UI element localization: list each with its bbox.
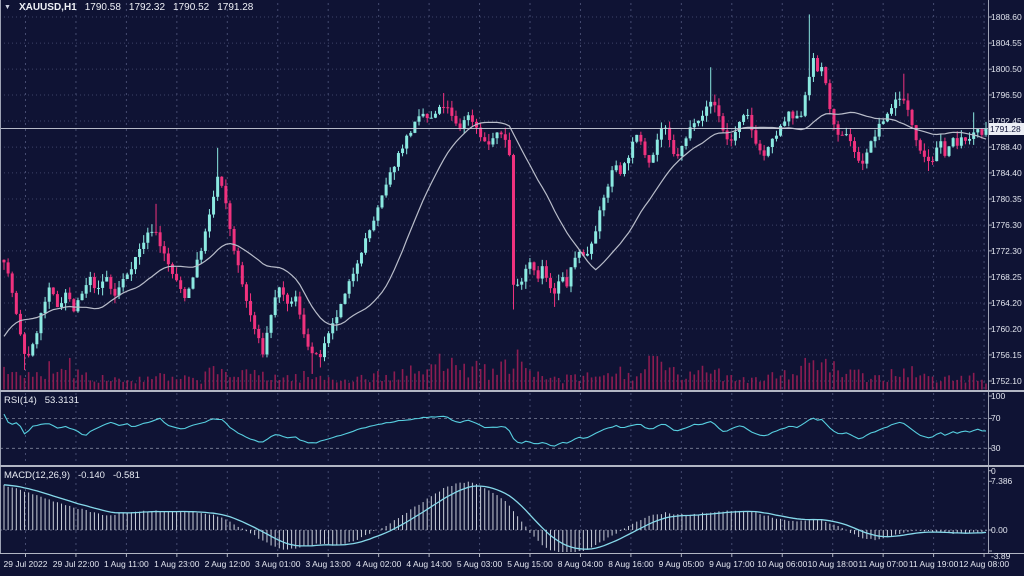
- price-axis-label: 1788.40: [991, 142, 1022, 152]
- price-axis-label: 1800.50: [991, 64, 1022, 74]
- price-axis-label: 1768.25: [991, 272, 1022, 282]
- current-price-tag: 1791.28: [989, 123, 1024, 135]
- chart-left-frame: [0, 0, 1, 553]
- ohlc-open-value: 1790.58: [85, 2, 121, 13]
- price-axis-label: 1760.20: [991, 324, 1022, 334]
- price-axis-frame: [988, 0, 989, 553]
- rsi-axis-label: 100: [991, 391, 1005, 401]
- price-axis-label: 1772.30: [991, 246, 1022, 256]
- ohlc-close-value: 1791.28: [217, 2, 253, 13]
- price-axis-label: 1752.10: [991, 376, 1022, 386]
- price-axis-label: 1784.40: [991, 168, 1022, 178]
- price-axis-label: 1756.15: [991, 350, 1022, 360]
- rsi-indicator-name: RSI(14): [4, 395, 37, 406]
- macd-signal-value: -0.581: [113, 470, 140, 481]
- macd-indicator-name: MACD(12,26,9): [4, 470, 70, 481]
- chart-header: ▼ XAUUSD,H1 1790.58 1792.32 1790.52 1791…: [4, 2, 253, 13]
- macd-axis-label: 7.386: [991, 476, 1012, 486]
- price-axis-label: 1808.60: [991, 12, 1022, 22]
- price-axis-label: 1796.50: [991, 90, 1022, 100]
- chart-bottom-frame: [0, 553, 1024, 554]
- panel-splitter[interactable]: [0, 390, 1024, 392]
- rsi-axis-label: 30: [991, 443, 1000, 453]
- ohlc-high-value: 1792.32: [129, 2, 165, 13]
- macd-main-value: -0.140: [78, 470, 105, 481]
- ohlc-low-value: 1790.52: [173, 2, 209, 13]
- price-axis-label: 1764.20: [991, 298, 1022, 308]
- rsi-panel-label: RSI(14) 53.3131: [4, 395, 79, 406]
- macd-axis-label: 0.00: [991, 525, 1008, 535]
- macd-panel-label: MACD(12,26,9) -0.140 -0.581: [4, 470, 140, 481]
- mt4-chart-window: ▼ XAUUSD,H1 1790.58 1792.32 1790.52 1791…: [0, 0, 1024, 576]
- rsi-current-value: 53.3131: [45, 395, 79, 406]
- price-axis-label: 1776.30: [991, 220, 1022, 230]
- chart-canvas[interactable]: [0, 0, 1024, 576]
- symbol-dropdown-icon[interactable]: ▼: [4, 4, 11, 11]
- price-axis-label: 1804.55: [991, 38, 1022, 48]
- macd-axis-label: -3.89: [991, 551, 1010, 561]
- symbol-timeframe-label: XAUUSD,H1: [19, 2, 77, 13]
- price-axis-label: 1780.35: [991, 194, 1022, 204]
- rsi-axis-label: 70: [991, 413, 1000, 423]
- rsi-axis-label: 0: [991, 466, 996, 476]
- panel-splitter[interactable]: [0, 465, 1024, 467]
